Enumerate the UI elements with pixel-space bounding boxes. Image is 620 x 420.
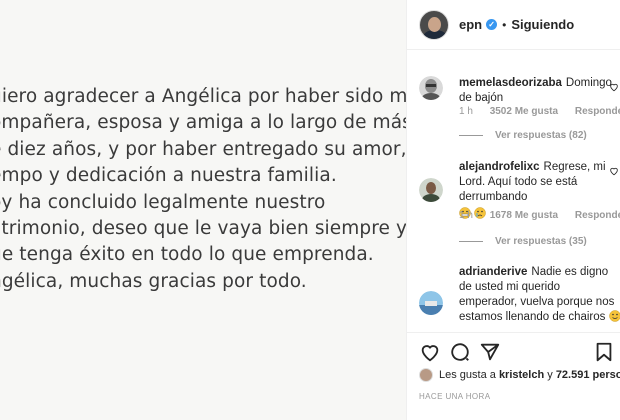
comment-heart-icon[interactable]: [609, 82, 619, 92]
comment-username[interactable]: memelasdeorizaba: [459, 77, 562, 89]
comment-username[interactable]: alejandrofelixc: [459, 161, 540, 173]
separator-dot: •: [502, 17, 507, 32]
commenter-avatar-image: [419, 291, 443, 315]
share-icon[interactable]: [479, 341, 501, 363]
following-button[interactable]: Siguiendo: [511, 17, 574, 32]
likes-middle: y: [547, 369, 553, 381]
post-text-line: ngélica, muchas gracias por todo.: [0, 270, 307, 292]
post-text-line: oy ha concluido legalmente nuestro: [0, 191, 326, 213]
post-text: uiero agradecer a Angélica por haber sid…: [0, 84, 406, 295]
replies-line: [459, 135, 483, 136]
comment-meta: 1 h 3502 Me gusta Responder: [459, 106, 620, 117]
commenter-avatar[interactable]: [419, 76, 443, 100]
view-replies-label: Ver respuestas (82): [495, 130, 587, 141]
replies-line: [459, 241, 483, 242]
view-replies-button[interactable]: Ver respuestas (35): [459, 236, 587, 247]
comment-likes[interactable]: 1678 Me gusta: [490, 210, 558, 221]
action-bar: [407, 332, 620, 372]
comment-username[interactable]: adrianderive: [459, 266, 527, 278]
post-text-line: uiero agradecer a Angélica por haber sid…: [0, 86, 406, 107]
comment-icon[interactable]: [449, 341, 471, 363]
reply-button[interactable]: Responder: [575, 210, 620, 221]
heart-icon[interactable]: [419, 341, 441, 363]
post-image: uiero agradecer a Angélica por haber sid…: [0, 0, 406, 420]
commenter-avatar[interactable]: [419, 178, 443, 202]
likes-prefix: Les gusta a: [439, 369, 496, 381]
smile-emoji-icon: [608, 310, 620, 322]
author-username[interactable]: epn: [459, 17, 482, 32]
comment-heart-icon[interactable]: [609, 166, 619, 176]
commenter-avatar[interactable]: [419, 291, 443, 315]
post-text-line: e diez años, y por haber entregado su am…: [0, 138, 406, 160]
comment-time: 1 h: [459, 106, 473, 117]
view-replies-label: Ver respuestas (35): [495, 236, 587, 247]
comment-body: memelasdeorizaba Domingo de bajón: [459, 76, 620, 106]
likes-count[interactable]: 72.591 personas: [556, 369, 620, 381]
verified-badge-icon: ✓: [486, 19, 498, 30]
comment-item: alejandrofelixc Regrese, mi Lord. Aquí to…: [419, 160, 620, 250]
comments-panel: epn ✓ • Siguiendo memelasdeorizaba Doming…: [406, 0, 620, 420]
comment-likes[interactable]: 3502 Me gusta: [490, 106, 558, 117]
view-replies-button[interactable]: Ver respuestas (82): [459, 130, 587, 141]
post-timestamp: HACE UNA HORA: [419, 392, 491, 401]
comment-item: adrianderive Nadie es digno de usted mi q…: [419, 265, 620, 325]
comment-item: memelasdeorizaba Domingo de bajón 1 h 350…: [419, 76, 620, 150]
comment-meta: 1 h 1678 Me gusta Responder: [459, 210, 620, 221]
reply-button[interactable]: Responder: [575, 106, 620, 117]
likes-summary[interactable]: Les gusta a kristelch y 72.591 personas: [419, 368, 620, 382]
post-header: epn ✓ • Siguiendo: [407, 0, 620, 50]
liker-username[interactable]: kristelch: [499, 369, 544, 381]
post-text-line: empo y dedicación a nuestra familia.: [0, 165, 337, 187]
post-text-line: atrimonio, deseo que le vaya bien siempr…: [0, 217, 406, 239]
commenter-avatar-image: [419, 76, 443, 100]
liker-avatar: [419, 368, 433, 382]
author-avatar[interactable]: [419, 9, 449, 40]
comment-time: 1 h: [459, 210, 473, 221]
comment-body: adrianderive Nadie es digno de usted mi q…: [459, 265, 620, 325]
post-text-line: ompañera, esposa y amiga a lo largo de m…: [0, 112, 406, 134]
post-text-line: ue tenga éxito en todo lo que emprenda.: [0, 244, 374, 266]
bookmark-icon[interactable]: [593, 341, 615, 363]
commenter-avatar-image: [419, 178, 443, 202]
